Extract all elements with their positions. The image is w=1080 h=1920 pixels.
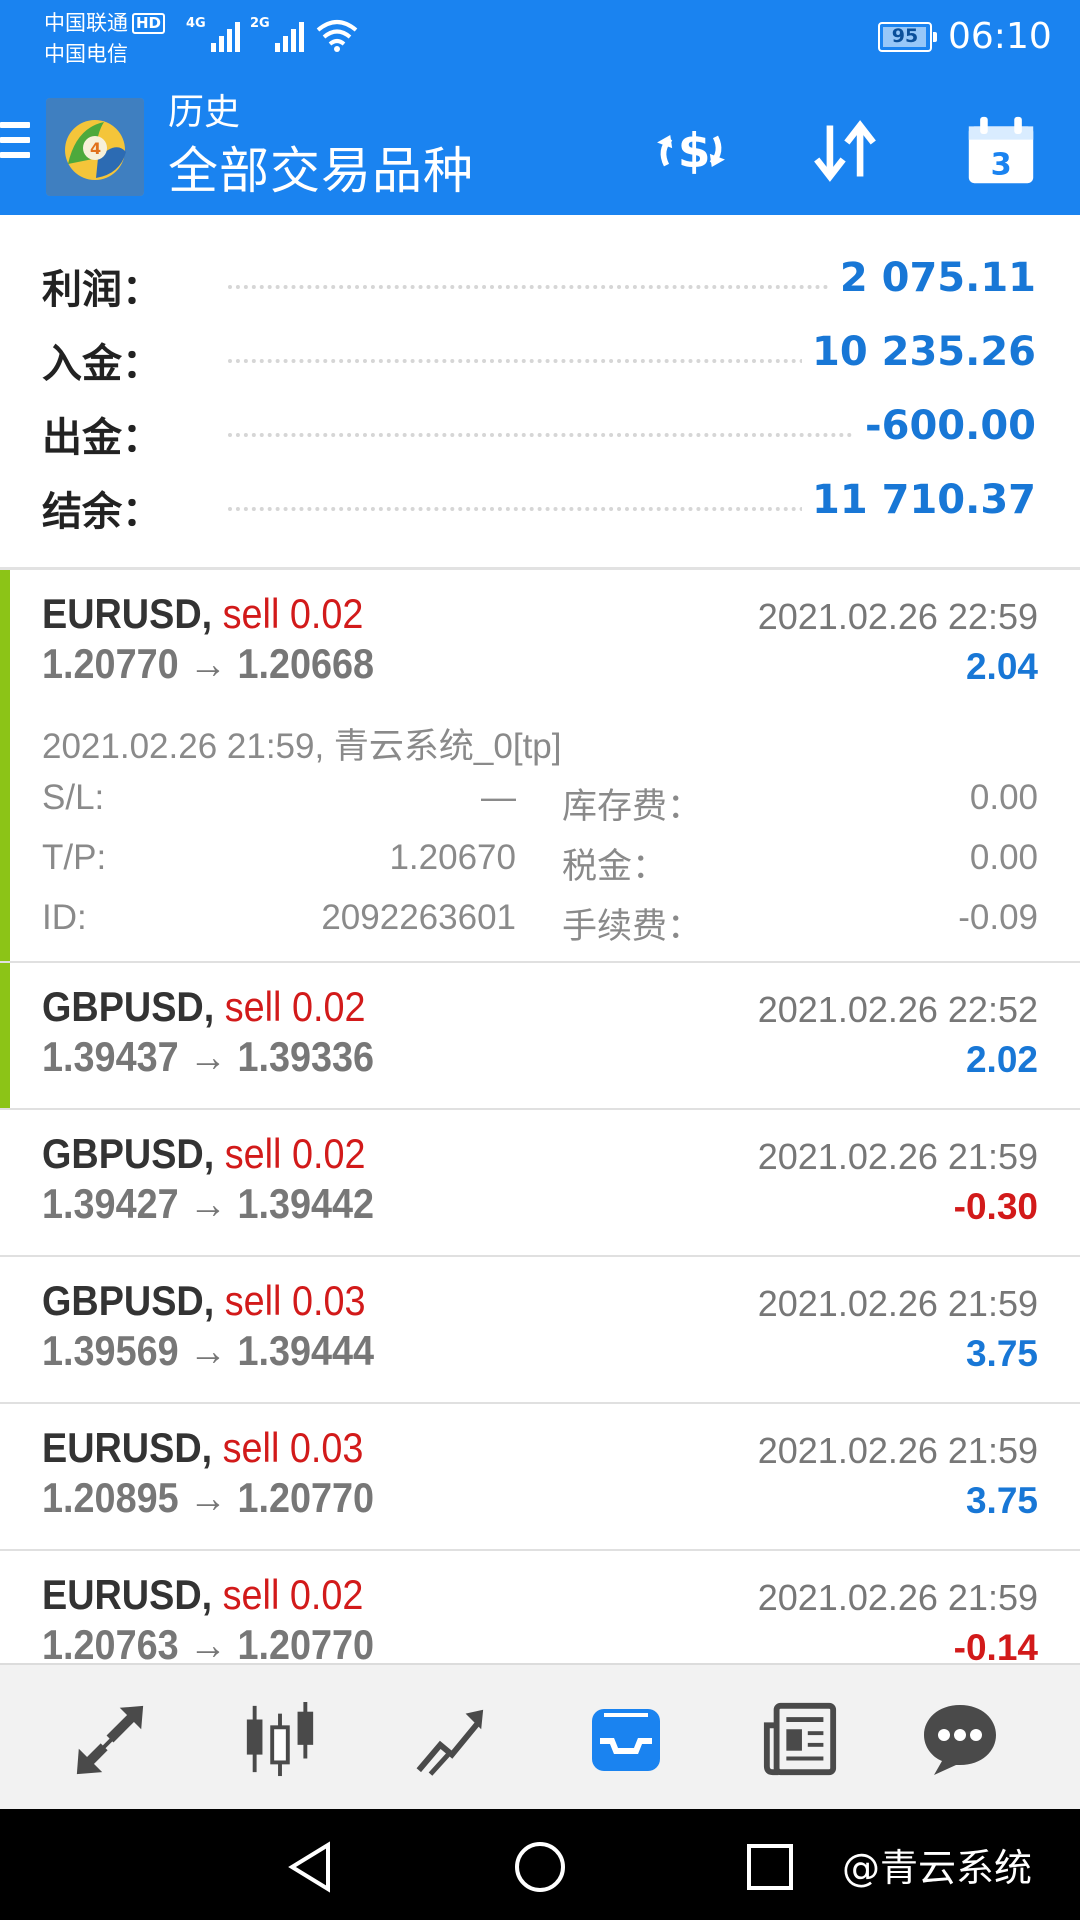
- id-value: 2092263601: [321, 898, 516, 937]
- summary-panel: 利润： 2 075.11 入金： 10 235.26 出金： -600.00 结…: [0, 215, 1080, 568]
- signal-icon: 2G: [250, 16, 304, 52]
- chart-tab-icon[interactable]: [230, 1689, 330, 1789]
- deal-row[interactable]: GBPUSD, sell 0.02 1.39427 → 1.39442 2021…: [0, 1110, 1080, 1257]
- deal-profit: 2.04: [965, 646, 1038, 687]
- swap-label: 库存费：: [562, 787, 703, 826]
- quotes-tab-icon[interactable]: [60, 1689, 160, 1789]
- deal-time: 2021.02.26 21:59: [757, 1283, 1038, 1324]
- deal-profit: -0.30: [953, 1186, 1038, 1227]
- tp-value: 1.20670: [389, 838, 516, 877]
- carrier-1: 中国联通: [44, 11, 128, 35]
- home-icon[interactable]: [510, 1837, 570, 1897]
- svg-text:$: $: [678, 124, 711, 179]
- deal-prices: 1.20763 → 1.20770: [42, 1621, 375, 1663]
- menu-icon[interactable]: [0, 122, 30, 166]
- metatrader-logo: 4: [46, 98, 144, 196]
- deal-row[interactable]: GBPUSD, sell 0.02 1.39437 → 1.39336 2021…: [0, 963, 1080, 1110]
- fee-value: -0.09: [958, 898, 1038, 937]
- back-icon[interactable]: [280, 1837, 340, 1897]
- deal-profit: 2.02: [965, 1039, 1038, 1080]
- deal-profit: -0.14: [953, 1627, 1038, 1663]
- deal-symbol: GBPUSD,: [42, 983, 215, 1030]
- deal-symbol: GBPUSD,: [42, 1130, 215, 1177]
- history-tab-icon[interactable]: [576, 1689, 676, 1789]
- selection-indicator: [0, 963, 10, 1108]
- system-nav-bar: @青云系统: [0, 1809, 1080, 1920]
- calendar-icon[interactable]: 3: [956, 106, 1046, 196]
- summary-deposit: 入金： 10 235.26: [42, 329, 1036, 387]
- deal-row[interactable]: EURUSD, sell 0.02 1.20763 → 1.20770 2021…: [0, 1551, 1080, 1663]
- app-bar: 4 历史 全部交易品种 $ 3: [0, 84, 1080, 215]
- fee-label: 手续费：: [562, 907, 703, 946]
- deal-time: 2021.02.26 22:52: [757, 989, 1038, 1030]
- summary-profit: 利润： 2 075.11: [42, 255, 1036, 313]
- clock: 06:10: [948, 16, 1052, 57]
- deal-profit: 3.75: [965, 1333, 1038, 1374]
- page-title: 历史: [168, 92, 241, 133]
- signal-icon: 4G: [186, 16, 240, 52]
- tab-bar: [0, 1663, 1080, 1809]
- symbol-filter[interactable]: 全部交易品种: [168, 138, 474, 204]
- deal-open-info: 2021.02.26 21:59, 青云系统_0[tp]: [42, 727, 562, 766]
- deal-row[interactable]: GBPUSD, sell 0.03 1.39569 → 1.39444 2021…: [0, 1257, 1080, 1404]
- calendar-day: 3: [991, 148, 1012, 183]
- deal-prices: 1.39437 → 1.39336: [42, 1033, 375, 1080]
- deal-prices: 1.20770 → 1.20668: [42, 640, 375, 687]
- tax-label: 税金：: [562, 847, 668, 886]
- deal-side: sell 0.03: [222, 1424, 364, 1471]
- id-label: ID:: [42, 898, 87, 937]
- deal-time: 2021.02.26 21:59: [757, 1430, 1038, 1471]
- deal-side: sell 0.03: [224, 1277, 366, 1324]
- deal-side: sell 0.02: [224, 1130, 366, 1177]
- trade-tab-icon[interactable]: [400, 1689, 500, 1789]
- summary-balance: 结余： 11 710.37: [42, 477, 1036, 535]
- top-bar: 中国联通 HD 中国电信 4G 2G 95 06:10 4 历史 全部交易品种 …: [0, 0, 1080, 215]
- deal-side: sell 0.02: [222, 1571, 364, 1618]
- deal-time: 2021.02.26 21:59: [757, 1577, 1038, 1618]
- recents-icon[interactable]: [740, 1837, 800, 1897]
- wifi-icon: [316, 20, 358, 52]
- deal-prices: 1.39569 → 1.39444: [42, 1327, 375, 1374]
- sl-label: S/L:: [42, 778, 105, 817]
- swap-value: 0.00: [969, 778, 1038, 817]
- deal-time: 2021.02.26 21:59: [757, 1136, 1038, 1177]
- deal-time: 2021.02.26 22:59: [757, 596, 1038, 637]
- deal-profit: 3.75: [965, 1480, 1038, 1521]
- news-tab-icon[interactable]: [750, 1689, 850, 1789]
- status-bar: 中国联通 HD 中国电信 4G 2G 95 06:10: [0, 0, 1080, 80]
- svg-text:4: 4: [90, 139, 101, 158]
- hd-badge: HD: [132, 13, 166, 34]
- carrier-2: 中国电信: [44, 42, 128, 66]
- watermark: @青云系统: [842, 1846, 1033, 1890]
- deal-symbol: EURUSD,: [42, 1571, 213, 1618]
- chat-tab-icon[interactable]: [910, 1689, 1010, 1789]
- deal-side: sell 0.02: [224, 983, 366, 1030]
- deal-prices: 1.39427 → 1.39442: [42, 1180, 375, 1227]
- tp-label: T/P:: [42, 838, 107, 877]
- selection-indicator: [0, 570, 10, 961]
- carrier-info: 中国联通 HD 中国电信: [44, 8, 166, 70]
- deal-symbol: EURUSD,: [42, 1424, 213, 1471]
- deal-row[interactable]: EURUSD, sell 0.02 1.20770 → 1.20668 2021…: [0, 570, 1080, 963]
- deal-side: sell 0.02: [222, 590, 364, 637]
- deal-symbol: EURUSD,: [42, 590, 213, 637]
- battery-level: 95: [891, 25, 919, 47]
- deal-prices: 1.20895 → 1.20770: [42, 1474, 375, 1521]
- sl-value: —: [481, 778, 516, 817]
- battery-icon: 95: [878, 22, 937, 52]
- summary-withdrawal: 出金： -600.00: [42, 403, 1036, 461]
- sort-icon[interactable]: [800, 106, 890, 196]
- currency-exchange-icon[interactable]: $: [646, 106, 736, 196]
- deal-symbol: GBPUSD,: [42, 1277, 215, 1324]
- deal-row[interactable]: EURUSD, sell 0.03 1.20895 → 1.20770 2021…: [0, 1404, 1080, 1551]
- tax-value: 0.00: [969, 838, 1038, 877]
